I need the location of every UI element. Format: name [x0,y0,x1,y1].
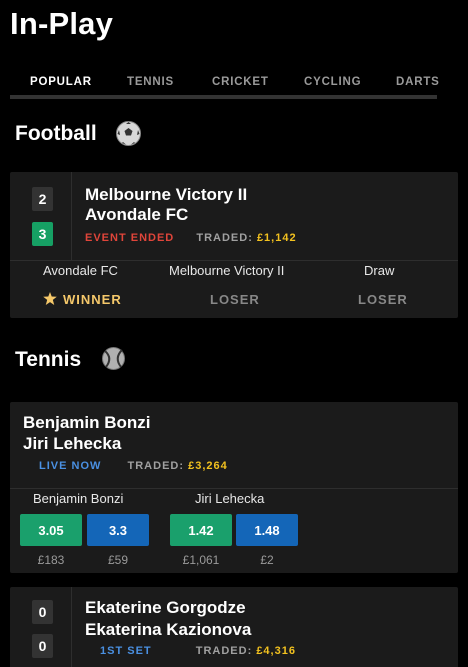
lay-volume: £59 [107,553,129,567]
score-column: 2 3 [10,172,72,260]
page-title: In-Play [10,6,114,41]
score-column: 0 0 [10,587,72,667]
back-odds-button[interactable]: 3.05 [20,514,82,546]
football-icon [115,120,142,147]
lay-odds-button[interactable]: 1.48 [236,514,298,546]
tab-cricket[interactable]: CRICKET [212,76,269,88]
card-divider [10,488,458,489]
football-match-card[interactable]: 2 3 Melbourne Victory II Avondale FC EVE… [10,172,458,318]
star-icon [43,292,57,305]
tab-cycling[interactable]: CYCLING [304,76,361,88]
traded-label: TRADED: [195,645,253,657]
tennis-ball-icon [101,346,126,371]
tab-darts[interactable]: DARTS [396,76,440,88]
match-status-row: 1ST SET TRADED: £4,316 [100,645,296,657]
tab-tennis[interactable]: TENNIS [127,76,174,88]
result-winner: WINNER [43,292,122,307]
traded-value: £1,142 [256,232,297,244]
score-home: 2 [32,187,53,211]
status-badge: EVENT ENDED [85,232,175,244]
tennis-section-header: Tennis [15,346,126,372]
back-volume: £183 [37,553,65,567]
score-player-2: 0 [32,634,53,658]
lay-volume: £2 [260,553,274,567]
team-home[interactable]: Melbourne Victory II [85,185,247,205]
player-1[interactable]: Benjamin Bonzi [23,413,151,433]
runner-name: Melbourne Victory II [169,263,285,278]
match-status-row: LIVE NOW TRADED: £3,264 [39,460,228,472]
result-loser: LOSER [210,292,260,307]
team-away[interactable]: Avondale FC [85,205,188,225]
match-status-row: EVENT ENDED TRADED: £1,142 [85,232,297,244]
traded-value: £4,316 [256,645,296,657]
traded-value: £3,264 [188,460,228,472]
sport-tabs: POPULAR TENNIS CRICKET CYCLING DARTS [10,72,440,100]
tennis-match-card[interactable]: 0 0 Ekaterine Gorgodze Ekaterina Kaziono… [10,587,458,667]
card-divider [10,260,458,261]
score-away: 3 [32,222,53,246]
tennis-match-card[interactable]: Benjamin Bonzi Jiri Lehecka LIVE NOW TRA… [10,402,458,573]
traded-label: TRADED: [127,460,185,472]
traded-label: TRADED: [196,232,253,244]
back-volume: £1,061 [182,553,220,567]
status-badge: LIVE NOW [39,460,102,472]
section-title-football: Football [15,121,97,145]
runner-name: Avondale FC [43,263,118,278]
result-loser: LOSER [358,292,408,307]
runner-name: Benjamin Bonzi [33,491,124,506]
player-2[interactable]: Ekaterina Kazionova [85,620,251,640]
section-title-tennis: Tennis [15,348,82,371]
player-2[interactable]: Jiri Lehecka [23,434,121,454]
lay-odds-button[interactable]: 3.3 [87,514,149,546]
score-player-1: 0 [32,600,53,624]
back-odds-button[interactable]: 1.42 [170,514,232,546]
football-section-header: Football [15,120,142,147]
tabs-underline [10,95,437,99]
tab-popular[interactable]: POPULAR [30,76,92,88]
runner-name: Jiri Lehecka [195,491,265,506]
status-badge: 1ST SET [100,645,152,657]
runner-name: Draw [364,263,395,278]
player-1[interactable]: Ekaterine Gorgodze [85,598,246,618]
